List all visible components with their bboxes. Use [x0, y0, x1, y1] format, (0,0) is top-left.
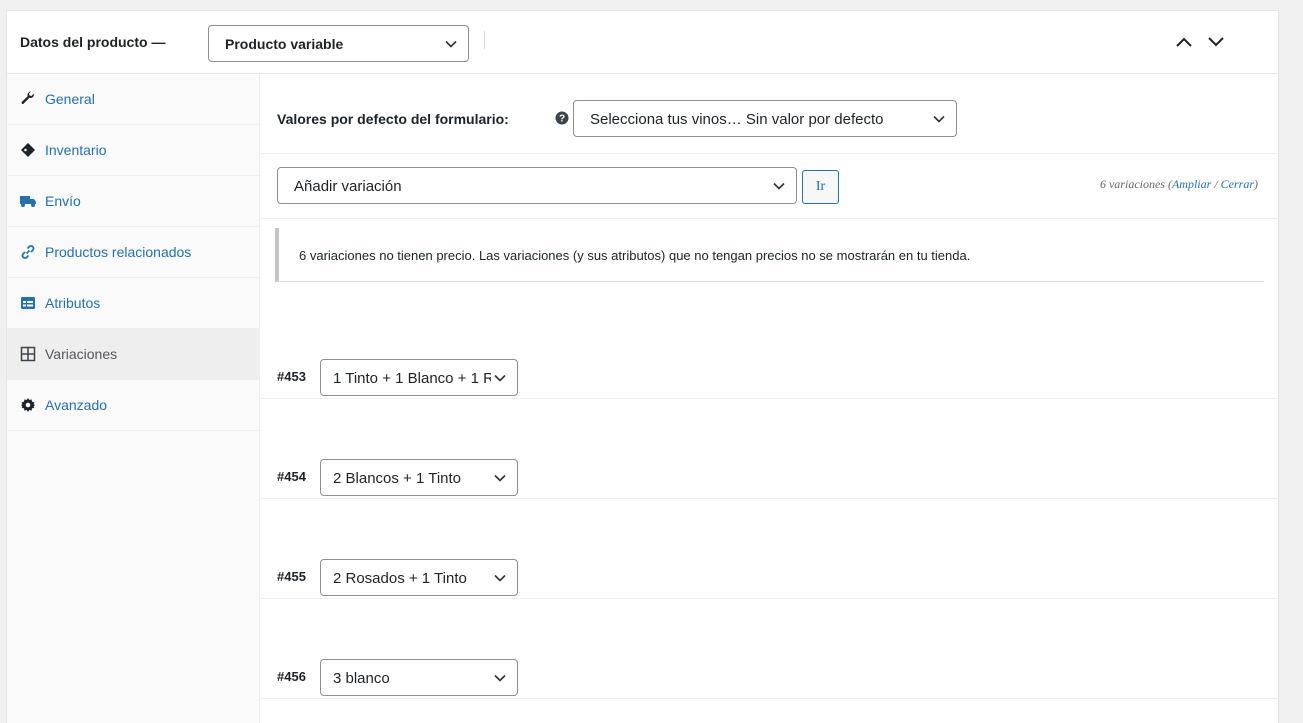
variation-attribute-select[interactable]: 2 Blancos + 1 Tinto: [320, 459, 518, 496]
chevron-down-icon[interactable]: [1207, 35, 1225, 49]
variation-attribute-select[interactable]: 3 blanco: [320, 659, 518, 696]
tab-advanced[interactable]: Avanzado: [7, 380, 259, 431]
chevron-down-icon: [444, 37, 458, 51]
tab-general[interactable]: General: [7, 74, 259, 125]
variation-id: #456: [277, 669, 306, 684]
variations-count-end: ): [1254, 177, 1258, 191]
list-table-icon: [19, 295, 37, 311]
go-button[interactable]: Ir: [802, 170, 839, 204]
tag-icon: [19, 142, 37, 158]
variation-actions-row: Añadir variación Ir 6 variaciones (Ampli…: [261, 155, 1278, 219]
panel-header: Datos del producto — Producto variable: [7, 11, 1278, 74]
wrench-icon: [19, 91, 37, 107]
tab-label: Atributos: [45, 295, 101, 311]
chevron-down-icon: [932, 112, 946, 126]
tab-label: Envío: [45, 193, 81, 209]
chevron-down-icon: [772, 179, 786, 193]
variation-id: #453: [277, 369, 306, 384]
variation-id: #455: [277, 569, 306, 584]
notice-message: 6 variaciones no tienen precio. Las vari…: [299, 248, 971, 263]
variation-row[interactable]: #455 2 Rosados + 1 Tinto: [261, 499, 1278, 599]
page-scrollbar[interactable]: [1279, 0, 1303, 723]
default-form-values-row: Valores por defecto del formulario: ? Se…: [261, 74, 1278, 154]
add-variation-value: Añadir variación: [294, 178, 402, 195]
product-data-panel: Datos del producto — Producto variable G…: [6, 10, 1279, 723]
variation-row[interactable]: #456 3 blanco: [261, 599, 1278, 699]
tab-shipping[interactable]: Envío: [7, 176, 259, 227]
tab-variations[interactable]: Variaciones: [7, 329, 259, 380]
product-type-select[interactable]: Producto variable: [208, 25, 469, 62]
variation-attribute-value: 2 Rosados + 1 Tinto: [333, 570, 467, 587]
variations-count: 6 variaciones (Ampliar / Cerrar): [1100, 177, 1258, 192]
link-separator: /: [1211, 177, 1221, 191]
variation-attribute-select[interactable]: 1 Tinto + 1 Blanco + 1 Rosado: [320, 359, 518, 396]
chevron-up-icon[interactable]: [1175, 35, 1193, 49]
close-link[interactable]: Cerrar: [1221, 177, 1254, 191]
variation-row[interactable]: #454 2 Blancos + 1 Tinto: [261, 399, 1278, 499]
add-variation-select[interactable]: Añadir variación: [277, 167, 797, 204]
tab-label: Variaciones: [45, 346, 118, 362]
product-data-tabs: General Inventario Envío Productos relac…: [7, 74, 260, 723]
default-wine-value: Selecciona tus vinos… Sin valor por defe…: [590, 111, 884, 128]
link-icon: [19, 244, 37, 260]
tab-label: Inventario: [45, 142, 107, 158]
expand-link[interactable]: Ampliar: [1172, 177, 1211, 191]
chevron-down-icon: [493, 471, 507, 485]
panel-title: Datos del producto —: [20, 34, 166, 50]
variation-attribute-value: 1 Tinto + 1 Blanco + 1 Rosado: [333, 370, 491, 387]
help-icon[interactable]: ?: [555, 111, 569, 125]
variation-attribute-value: 2 Blancos + 1 Tinto: [333, 470, 461, 487]
tab-label: Productos relacionados: [45, 244, 192, 260]
variations-count-text: 6 variaciones (: [1099, 177, 1172, 191]
default-form-values-label: Valores por defecto del formulario:: [277, 111, 509, 127]
tab-linked-products[interactable]: Productos relacionados: [7, 227, 259, 278]
tab-attributes[interactable]: Atributos: [7, 278, 259, 329]
product-type-value: Producto variable: [225, 36, 344, 52]
variation-id: #454: [277, 469, 306, 484]
svg-text:?: ?: [559, 114, 565, 125]
tab-inventory[interactable]: Inventario: [7, 125, 259, 176]
variation-row[interactable]: #453 1 Tinto + 1 Blanco + 1 Rosado: [261, 299, 1278, 399]
default-wine-select[interactable]: Selecciona tus vinos… Sin valor por defe…: [573, 100, 957, 137]
grid-icon: [19, 346, 37, 362]
header-divider: [484, 31, 485, 49]
missing-price-notice: 6 variaciones no tienen precio. Las vari…: [275, 228, 1264, 282]
chevron-down-icon: [493, 571, 507, 585]
variation-attribute-select[interactable]: 2 Rosados + 1 Tinto: [320, 559, 518, 596]
chevron-down-icon: [493, 671, 507, 685]
gear-icon: [19, 397, 37, 413]
chevron-down-icon: [493, 371, 507, 385]
truck-icon: [19, 193, 37, 209]
tab-label: Avanzado: [45, 397, 108, 413]
variation-attribute-value: 3 blanco: [333, 670, 390, 687]
variations-panel: Valores por defecto del formulario: ? Se…: [261, 74, 1278, 723]
tab-label: General: [45, 91, 95, 107]
